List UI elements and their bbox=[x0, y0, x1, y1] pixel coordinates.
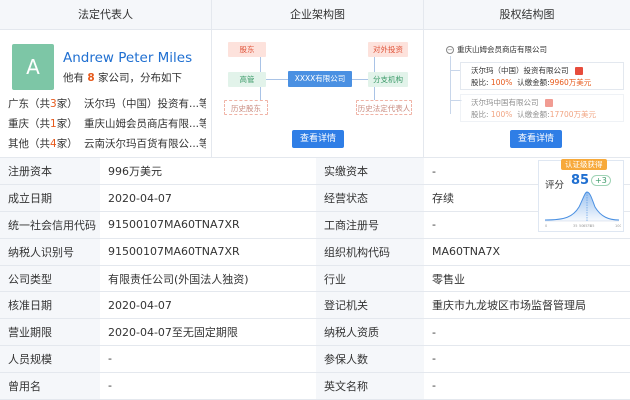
info-key: 工商注册号 bbox=[316, 211, 424, 239]
score-value: 85 bbox=[571, 173, 590, 188]
share-item[interactable]: 沃尔玛（中国）投资有限公司 股比: 100% 认缴金额:9960万美元 bbox=[460, 62, 624, 90]
info-key: 经营状态 bbox=[316, 184, 424, 213]
collapse-icon[interactable]: − bbox=[446, 46, 454, 54]
company-info-table: 注册资本 996万美元 实缴资本 - 成立日期 2020-04-07 经营状态 存续 统一社会信… bbox=[0, 158, 630, 400]
info-value: 91500107MA60TNA7XR bbox=[100, 238, 316, 266]
info-row: 纳税人识别号 91500107MA60TNA7XR 组织机构代码 MA60TNA7X bbox=[0, 238, 630, 266]
info-key: 行业 bbox=[316, 265, 424, 293]
legal-rep-panel: 法定代表人 A Andrew Peter Miles 他有 8 家公司，分布如下… bbox=[0, 0, 212, 158]
info-value: 2020-04-07 bbox=[100, 291, 316, 320]
certification-badge: 认证级获得 bbox=[561, 159, 607, 170]
share-structure-title: 股权结构图 bbox=[424, 0, 630, 30]
score-card[interactable]: 认证级获得 评分 85 +3 0 35 50 65 75 85 100 bbox=[538, 159, 624, 232]
region-label: 其他（共4家） bbox=[8, 138, 78, 150]
info-value: 2020-04-07至无固定期限 bbox=[100, 318, 316, 347]
info-row: 公司类型 有限责任公司(外国法人独资) 行业 零售业 bbox=[0, 265, 630, 293]
score-axis-label: 35 bbox=[573, 224, 577, 228]
info-value: - bbox=[424, 345, 630, 373]
red-flag-icon bbox=[544, 99, 553, 107]
org-chart-panel: 企业架构图 股东 高管 历史股东 XXXX有限公司 对外投资 分支机构 历史法定… bbox=[212, 0, 424, 158]
share-root[interactable]: − 重庆山姆会员商店有限公司 bbox=[446, 44, 547, 55]
region-company-link[interactable]: 沃尔玛（中国）投资有...等 bbox=[84, 96, 206, 111]
info-key: 纳税人资质 bbox=[316, 318, 424, 347]
info-key: 人员规模 bbox=[0, 345, 100, 373]
summary-prefix: 他有 bbox=[63, 72, 84, 84]
info-value: MA60TNA7X bbox=[424, 238, 630, 266]
region-company-link[interactable]: 云南沃尔玛百货有限公...等 bbox=[84, 136, 206, 151]
org-node-center: XXXX有限公司 bbox=[288, 71, 352, 87]
org-node-outbound: 对外投资 bbox=[368, 42, 408, 57]
share-connector bbox=[450, 56, 451, 114]
info-key: 核准日期 bbox=[0, 291, 100, 320]
info-value: - bbox=[424, 372, 630, 400]
info-key: 公司类型 bbox=[0, 265, 100, 293]
share-detail-button[interactable]: 查看详情 bbox=[510, 130, 562, 148]
info-key: 统一社会信用代码 bbox=[0, 211, 100, 239]
share-ratio: 100% bbox=[490, 78, 513, 87]
region-label: 广东（共3家） bbox=[8, 98, 78, 110]
info-key: 注册资本 bbox=[0, 158, 100, 186]
info-value: 2020-04-07 bbox=[100, 184, 316, 213]
info-row: 核准日期 2020-04-07 登记机关 重庆市九龙坡区市场监督管理局 bbox=[0, 291, 630, 320]
info-value: - bbox=[100, 372, 316, 400]
info-value: 91500107MA60TNA7XR bbox=[100, 211, 316, 239]
legal-rep-title: 法定代表人 bbox=[0, 0, 211, 30]
share-amount: 17700万美元 bbox=[549, 110, 597, 119]
info-value: - bbox=[100, 345, 316, 373]
region-row[interactable]: 重庆（共1家） 重庆山姆会员商店有限...等 bbox=[8, 116, 208, 131]
info-key: 曾用名 bbox=[0, 372, 100, 400]
region-row[interactable]: 广东（共3家） 沃尔玛（中国）投资有...等 bbox=[8, 96, 208, 111]
info-value: 有限责任公司(外国法人独资) bbox=[100, 265, 316, 293]
score-delta: +3 bbox=[591, 175, 611, 186]
info-value: 重庆市九龙坡区市场监督管理局 bbox=[424, 291, 630, 320]
info-key: 营业期限 bbox=[0, 318, 100, 347]
avatar: A bbox=[12, 44, 54, 90]
info-value: - bbox=[424, 318, 630, 347]
info-key: 登记机关 bbox=[316, 291, 424, 320]
org-node-shareholder: 股东 bbox=[228, 42, 266, 57]
org-node-executive: 高管 bbox=[228, 72, 266, 87]
info-key: 实缴资本 bbox=[316, 158, 424, 186]
info-row: 注册资本 996万美元 实缴资本 - bbox=[0, 158, 630, 186]
company-count: 8 bbox=[87, 72, 95, 84]
info-row: 人员规模 - 参保人数 - bbox=[0, 345, 630, 373]
score-axis-label: 0 bbox=[545, 224, 547, 228]
score-axis-label: 100 bbox=[615, 224, 621, 228]
org-chart-title: 企业架构图 bbox=[212, 0, 423, 30]
summary-suffix: 家公司，分布如下 bbox=[98, 72, 182, 84]
info-row: 成立日期 2020-04-07 经营状态 存续 bbox=[0, 184, 630, 213]
info-row: 曾用名 - 英文名称 - bbox=[0, 372, 630, 400]
org-node-branch: 分支机构 bbox=[368, 72, 408, 87]
score-distribution-curve: 0 35 50 65 7585 100 bbox=[544, 191, 621, 228]
share-ratio: 100% bbox=[490, 110, 513, 119]
org-node-history-shareholder: 历史股东 bbox=[224, 100, 268, 115]
info-key: 纳税人识别号 bbox=[0, 238, 100, 266]
score-axis-label: 85 bbox=[590, 224, 594, 228]
red-flag-icon bbox=[574, 67, 583, 75]
info-key: 成立日期 bbox=[0, 184, 100, 213]
info-row: 营业期限 2020-04-07至无固定期限 纳税人资质 - bbox=[0, 318, 630, 347]
info-value: 996万美元 bbox=[100, 158, 316, 186]
region-label: 重庆（共1家） bbox=[8, 118, 78, 130]
legal-rep-summary: 他有 8 家公司，分布如下 bbox=[63, 70, 182, 85]
info-row: 统一社会信用代码 91500107MA60TNA7XR 工商注册号 - bbox=[0, 211, 630, 239]
share-item-name: 沃尔玛中国有限公司 bbox=[471, 98, 539, 107]
share-structure-panel: 股权结构图 − 重庆山姆会员商店有限公司 沃尔玛（中国）投资有限公司 股比: 10… bbox=[424, 0, 630, 158]
info-value: 零售业 bbox=[424, 265, 630, 293]
info-key: 参保人数 bbox=[316, 345, 424, 373]
share-item-name: 沃尔玛（中国）投资有限公司 bbox=[471, 66, 569, 75]
summary-panels: 法定代表人 A Andrew Peter Miles 他有 8 家公司，分布如下… bbox=[0, 0, 630, 158]
org-node-history-rep: 历史法定代表人 bbox=[356, 100, 412, 115]
legal-rep-name-link[interactable]: Andrew Peter Miles bbox=[63, 50, 192, 66]
region-company-link[interactable]: 重庆山姆会员商店有限...等 bbox=[84, 116, 206, 131]
share-amount: 9960万美元 bbox=[549, 78, 592, 87]
info-key: 组织机构代码 bbox=[316, 238, 424, 266]
share-item[interactable]: 沃尔玛中国有限公司 股比: 100% 认缴金额:17700万美元 bbox=[460, 94, 624, 122]
info-key: 英文名称 bbox=[316, 372, 424, 400]
region-row[interactable]: 其他（共4家） 云南沃尔玛百货有限公...等 bbox=[8, 136, 208, 151]
org-detail-button[interactable]: 查看详情 bbox=[292, 130, 344, 148]
